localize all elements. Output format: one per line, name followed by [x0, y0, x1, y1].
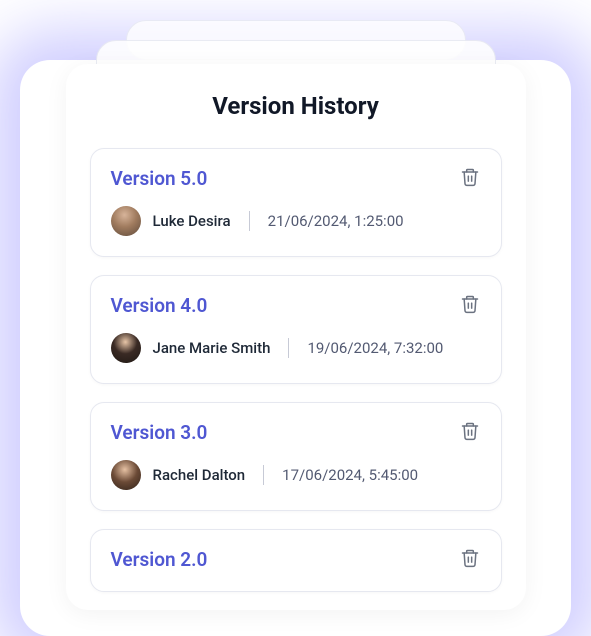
version-label: Version 3.0	[111, 421, 208, 444]
version-label: Version 2.0	[111, 548, 208, 571]
meta-divider	[249, 211, 250, 231]
meta-divider	[263, 465, 264, 485]
trash-icon	[460, 421, 480, 444]
delete-button[interactable]	[459, 295, 481, 317]
avatar	[111, 333, 141, 363]
trash-icon	[460, 294, 480, 317]
version-item[interactable]: Version 3.0 Rachel Dalton 17/06/2024, 5:…	[90, 402, 502, 511]
delete-button[interactable]	[459, 549, 481, 571]
version-label: Version 4.0	[111, 294, 208, 317]
version-item[interactable]: Version 4.0 Jane Marie Smith 19/06/2024,	[90, 275, 502, 384]
trash-icon	[460, 548, 480, 571]
delete-button[interactable]	[459, 422, 481, 444]
avatar	[111, 206, 141, 236]
version-item[interactable]: Version 2.0	[90, 529, 502, 592]
timestamp: 19/06/2024, 7:32:00	[307, 339, 443, 357]
user-name: Jane Marie Smith	[153, 339, 271, 357]
user-name: Rachel Dalton	[153, 466, 246, 484]
timestamp: 17/06/2024, 5:45:00	[282, 466, 418, 484]
version-history-panel: Version History Version 5.0 Luke	[66, 64, 526, 610]
delete-button[interactable]	[459, 168, 481, 190]
meta-divider	[288, 338, 289, 358]
avatar	[111, 460, 141, 490]
page-title: Version History	[90, 92, 502, 120]
trash-icon	[460, 167, 480, 190]
timestamp: 21/06/2024, 1:25:00	[268, 212, 404, 230]
user-name: Luke Desira	[153, 212, 231, 230]
version-label: Version 5.0	[111, 167, 208, 190]
version-item[interactable]: Version 5.0 Luke Desira 21/06/2024, 1:25…	[90, 148, 502, 257]
